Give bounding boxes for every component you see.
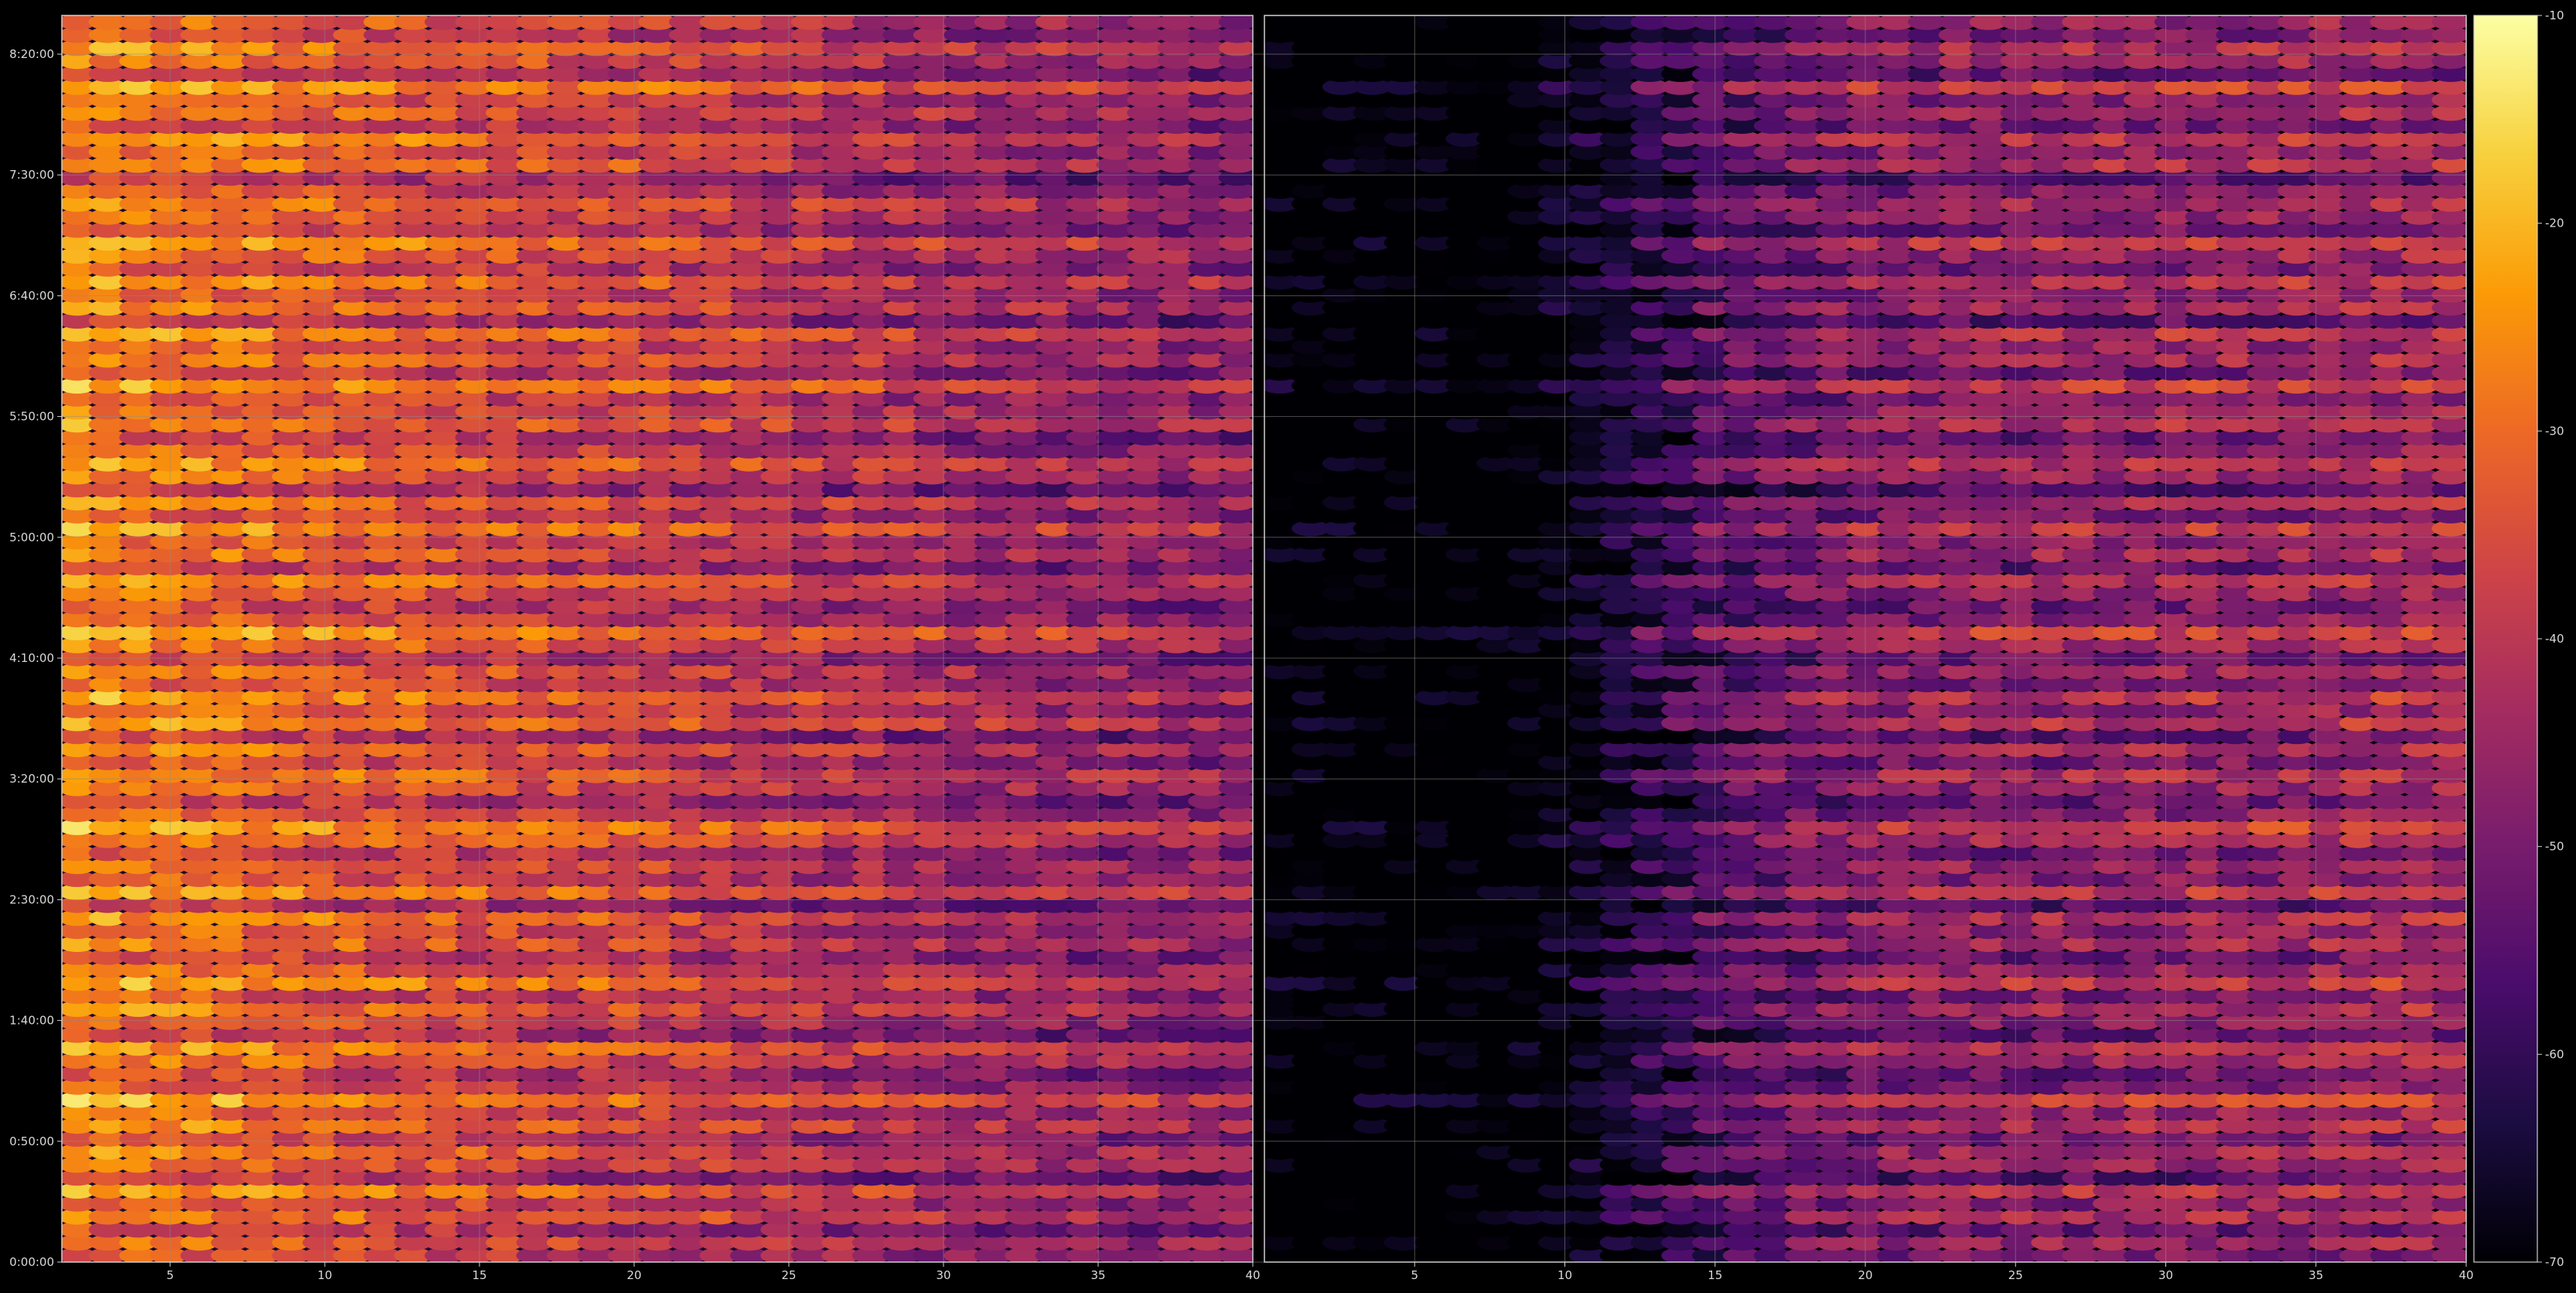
spectrogram-chart: 0:00:000:50:001:40:002:30:003:20:004:10:… bbox=[0, 0, 2576, 1293]
heatmap-panel-left bbox=[62, 15, 1253, 1262]
heatmap-cell bbox=[1218, 15, 1253, 30]
